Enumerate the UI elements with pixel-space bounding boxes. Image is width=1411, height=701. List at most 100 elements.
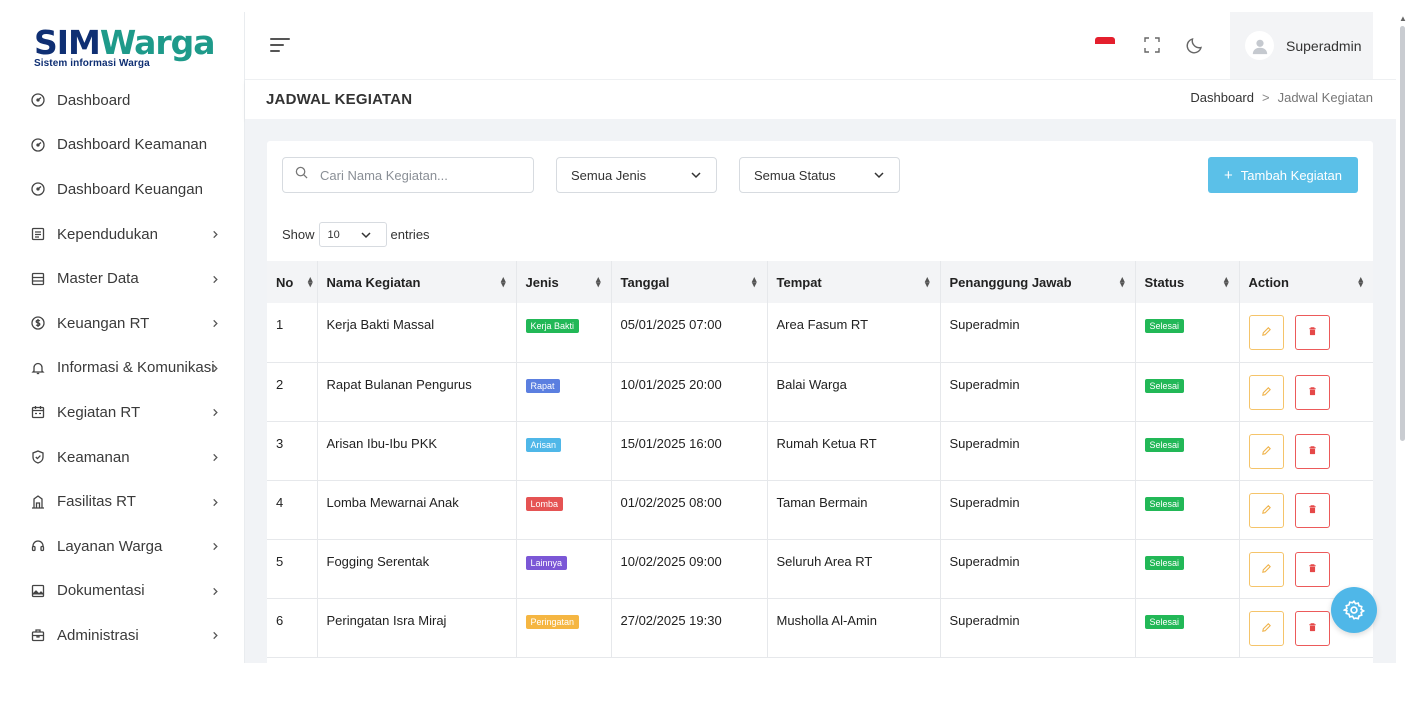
activity-date: 10/01/2025 20:00	[620, 376, 722, 392]
column-header-penanggung-jawab[interactable]: Penanggung Jawab ▴ ▾	[940, 261, 1136, 303]
status-badge: Selesai	[1144, 378, 1185, 393]
briefcase-icon	[31, 628, 45, 642]
type-badge: Arisan	[525, 437, 562, 452]
headset-icon	[31, 539, 45, 553]
pencil-icon	[1261, 562, 1272, 577]
scroll-up-arrow-icon[interactable]: ▲	[1399, 14, 1407, 23]
type-badge: Kerja Bakti	[525, 319, 580, 333]
search-box[interactable]	[282, 157, 534, 193]
delete-button[interactable]	[1294, 492, 1330, 528]
activity-place: Rumah Ketua RT	[776, 435, 877, 451]
page-scrollbar[interactable]: ▲	[1396, 12, 1411, 663]
activity-place: Taman Bermain	[776, 494, 868, 510]
chevron-down-icon	[690, 169, 702, 184]
gauge-icon	[31, 182, 45, 197]
column-header-tempat[interactable]: Tempat ▴ ▾	[767, 261, 941, 303]
sidebar-item-dashboard-keuangan[interactable]: Dashboard Keuangan	[0, 167, 244, 212]
sidebar-item-label: Keamanan	[57, 448, 130, 466]
edit-button[interactable]	[1248, 492, 1284, 528]
delete-button[interactable]	[1294, 374, 1330, 410]
edit-button[interactable]	[1248, 551, 1284, 587]
fullscreen-icon[interactable]	[1144, 37, 1160, 53]
sidebar-item-keuangan-rt[interactable]: Keuangan RT	[0, 301, 244, 346]
column-header-status[interactable]: Status ▴ ▾	[1135, 261, 1240, 303]
breadcrumb-home-link[interactable]: Dashboard	[1190, 90, 1254, 105]
jenis-filter-select[interactable]: Semua Jenis	[556, 157, 717, 193]
status-filter-select[interactable]: Semua Status	[739, 157, 900, 193]
breadcrumb-current: Jadwal Kegiatan	[1277, 90, 1373, 105]
column-header-label: Nama Kegiatan	[326, 274, 421, 290]
pencil-icon	[1261, 503, 1272, 518]
user-menu[interactable]: Superadmin	[1230, 12, 1373, 79]
edit-button[interactable]	[1248, 433, 1284, 469]
sidebar-item-kependudukan[interactable]: Kependudukan	[0, 212, 244, 257]
settings-gear-button[interactable]	[1331, 587, 1377, 633]
table-row: 4 Lomba Mewarnai Anak Lomba 01/02/2025 08:0…	[267, 480, 1373, 540]
sort-icon: ▴ ▾	[1119, 274, 1125, 289]
sidebar-item-dashboard-keamanan[interactable]: Dashboard Keamanan	[0, 123, 244, 168]
activity-date: 05/01/2025 07:00	[620, 317, 722, 332]
search-input[interactable]	[320, 167, 520, 183]
sidebar-item-informasi-komunikasi[interactable]: Informasi & Komunikasi	[0, 346, 244, 391]
menu-toggle-icon[interactable]	[270, 38, 290, 52]
add-activity-button[interactable]: + Tambah Kegiatan	[1208, 157, 1358, 193]
activity-name: Rapat Bulanan Pengurus	[326, 376, 472, 392]
building-icon	[31, 494, 45, 509]
schedule-table: No ▴ ▾ Nama Kegiatan ▴ ▾ Jenis ▴ ▾ Tanggal ▴ ▾ Tempa…	[267, 261, 1373, 658]
edit-button[interactable]	[1248, 610, 1284, 646]
chevron-right-icon	[211, 360, 220, 376]
brand-name-part1: SIM	[34, 23, 101, 62]
delete-button[interactable]	[1294, 551, 1330, 587]
edit-button[interactable]	[1248, 374, 1284, 410]
chevron-right-icon	[211, 449, 220, 465]
scrollbar-thumb[interactable]	[1400, 26, 1405, 441]
column-header-label: Jenis	[525, 274, 559, 290]
entries-select[interactable]: 10	[318, 222, 387, 247]
person-in-charge: Superadmin	[949, 494, 1020, 510]
delete-button[interactable]	[1294, 610, 1330, 646]
column-header-label: Status	[1144, 274, 1185, 290]
activity-date: 15/01/2025 16:00	[620, 435, 722, 451]
gauge-icon	[31, 93, 45, 107]
logo[interactable]: SIMWarga Sistem informasi Warga	[34, 23, 216, 70]
status-badge: Selesai	[1144, 614, 1185, 629]
sidebar-item-administrasi[interactable]: Administrasi	[0, 613, 244, 658]
chevron-right-icon	[211, 583, 220, 599]
chevron-right-icon	[211, 494, 220, 510]
sidebar-item-master-data[interactable]: Master Data	[0, 256, 244, 301]
edit-button[interactable]	[1248, 315, 1284, 350]
chevron-right-icon	[211, 627, 220, 643]
language-flag-icon[interactable]	[1095, 37, 1115, 51]
avatar-icon	[1245, 31, 1274, 60]
page-title: JADWAL KEGIATAN	[266, 91, 413, 108]
jenis-filter-value: Semua Jenis	[571, 167, 647, 183]
sidebar-item-kegiatan-rt[interactable]: Kegiatan RT	[0, 390, 244, 435]
sidebar-item-dokumentasi[interactable]: Dokumentasi	[0, 569, 244, 614]
sidebar-item-label: Keuangan RT	[57, 314, 150, 332]
sidebar-item-label: Dashboard Keuangan	[57, 180, 203, 198]
sidebar-item-dashboard[interactable]: Dashboard	[0, 78, 244, 123]
sidebar-item-fasilitas-rt[interactable]: Fasilitas RT	[0, 479, 244, 524]
sidebar-item-layanan-warga[interactable]: Layanan Warga	[0, 524, 244, 569]
sidebar-item-label: Master Data	[57, 270, 139, 288]
delete-button[interactable]	[1294, 315, 1330, 350]
activity-place: Seluruh Area RT	[776, 553, 873, 569]
status-filter-value: Semua Status	[754, 167, 836, 183]
column-header-tanggal[interactable]: Tanggal ▴ ▾	[611, 261, 768, 303]
row-number: 1	[276, 317, 284, 332]
sidebar-item-keamanan[interactable]: Keamanan	[0, 435, 244, 480]
person-in-charge: Superadmin	[949, 612, 1020, 628]
sidebar-item-label: Fasilitas RT	[57, 493, 136, 511]
trash-icon	[1307, 503, 1318, 518]
dark-mode-moon-icon[interactable]	[1186, 36, 1204, 54]
delete-button[interactable]	[1294, 433, 1330, 469]
column-header-no[interactable]: No ▴ ▾	[267, 261, 318, 303]
activity-name: Fogging Serentak	[326, 553, 430, 569]
activity-date: 27/02/2025 19:30	[620, 612, 722, 628]
main-content: Semua Jenis Semua Status + Tambah Kegiat…	[245, 119, 1396, 701]
column-header-action[interactable]: Action ▴ ▾	[1239, 261, 1373, 303]
column-header-nama-kegiatan[interactable]: Nama Kegiatan ▴ ▾	[317, 261, 517, 303]
bell-icon	[31, 361, 45, 375]
calendar-icon	[31, 405, 45, 419]
column-header-jenis[interactable]: Jenis ▴ ▾	[516, 261, 612, 303]
